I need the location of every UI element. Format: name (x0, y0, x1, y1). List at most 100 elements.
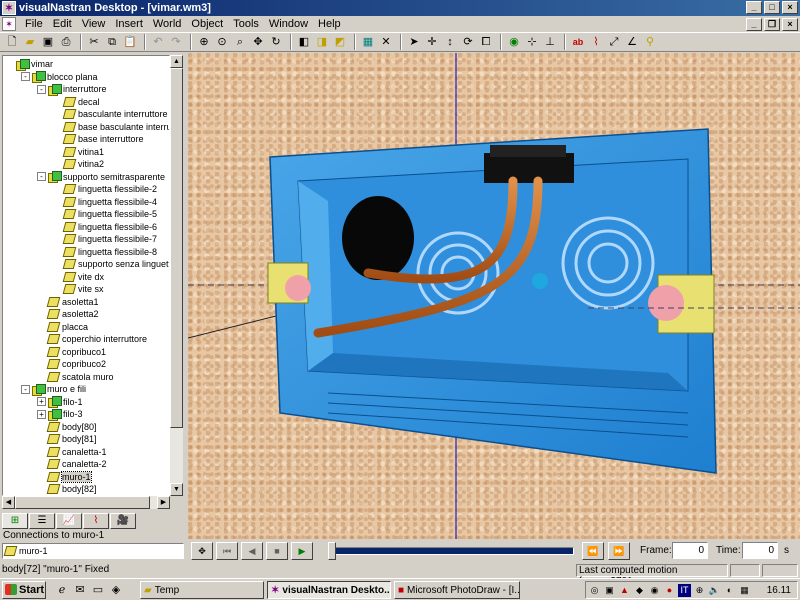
tree-item[interactable]: base basculante interruttore (53, 121, 169, 134)
tree-item[interactable]: - blocco plana (21, 71, 98, 84)
tree-vertical-scrollbar[interactable]: ▲ ▼ (170, 55, 183, 496)
zoom-icon[interactable]: ⊙ (214, 34, 230, 50)
tree-horizontal-scrollbar[interactable]: ◀ ▶ (2, 496, 170, 509)
tray-icon[interactable]: ◉ (648, 584, 661, 597)
scroll-down-arrow-icon[interactable]: ▼ (170, 483, 183, 496)
task-visualnastran[interactable]: ✶ visualNastran Deskto... (267, 581, 391, 599)
connections-list[interactable]: muro-1 (2, 543, 184, 559)
open-icon[interactable]: ▰ (22, 34, 38, 50)
menu-world[interactable]: World (148, 18, 187, 30)
pan-icon[interactable]: ✥ (250, 34, 266, 50)
label-icon[interactable]: ab (570, 34, 586, 50)
menu-file[interactable]: File (20, 18, 48, 30)
tree-item[interactable]: linguetta flessibile-5 (53, 208, 157, 221)
tree-item[interactable]: + filo-1 (37, 396, 83, 409)
scroll-up-arrow-icon[interactable]: ▲ (170, 55, 183, 68)
tree-item[interactable]: supporto senza linguette-1 (53, 258, 169, 271)
tree-item[interactable]: - supporto semitrasparente (37, 171, 165, 184)
tray-icon[interactable]: ● (663, 584, 676, 597)
tree-item[interactable]: vitina2 (53, 158, 104, 171)
tree-item[interactable]: canaletta-2 (37, 458, 107, 471)
tray-icon[interactable]: ◎ (588, 584, 601, 597)
tree-item[interactable]: coperchio interruttore (37, 333, 147, 346)
stop-icon[interactable]: ■ (266, 542, 288, 560)
view-front-icon[interactable]: ◧ (296, 34, 312, 50)
tree-item[interactable]: copribuco1 (37, 346, 106, 359)
tree-icon[interactable]: ⊞ (2, 513, 28, 529)
cut-icon[interactable]: ✂ (86, 34, 102, 50)
doc-close-button[interactable]: × (782, 18, 798, 31)
scroll-left-arrow-icon[interactable]: ◀ (2, 496, 15, 509)
move-icon[interactable]: ✛ (424, 34, 440, 50)
tree-item[interactable]: decal (53, 96, 100, 109)
channels-icon[interactable]: ◈ (108, 582, 124, 598)
collapse-icon[interactable]: - (21, 384, 30, 394)
expand-icon[interactable]: + (37, 397, 46, 407)
tree-item[interactable]: vimar (5, 58, 53, 71)
new-icon[interactable]: 🗋 (4, 34, 20, 50)
copy-icon[interactable]: ⧉ (104, 34, 120, 50)
paste-icon[interactable]: 📋 (122, 34, 138, 50)
tree-item[interactable]: base interruttore (53, 133, 144, 146)
tree-item[interactable]: linguetta flessibile-2 (53, 183, 157, 196)
tree-item[interactable]: scatola muro (37, 371, 114, 384)
tree-item[interactable]: asoletta1 (37, 296, 99, 309)
view-top-icon[interactable]: ◩ (332, 34, 348, 50)
menu-insert[interactable]: Insert (110, 18, 148, 30)
app-icon[interactable]: ✶ (2, 1, 16, 15)
collapse-icon[interactable]: - (21, 72, 30, 82)
tray-icon[interactable]: ▣ (603, 584, 616, 597)
tree-item[interactable]: body[81] (37, 433, 97, 446)
3d-viewport[interactable] (188, 53, 800, 539)
camera-icon[interactable]: 🎥 (110, 513, 136, 529)
tree-item[interactable]: linguetta flessibile-8 (53, 246, 157, 259)
joint-icon[interactable]: ⊥ (542, 34, 558, 50)
start-button[interactable]: Start (2, 580, 46, 599)
menu-tools[interactable]: Tools (228, 18, 264, 30)
menu-object[interactable]: Object (186, 18, 228, 30)
tree-item[interactable]: muro-1 (37, 470, 92, 484)
tree-item[interactable]: - muro e fili (21, 383, 86, 396)
tree-item[interactable]: canaletta-1 (37, 446, 107, 459)
scroll-thumb[interactable] (15, 496, 150, 509)
scroll-right-arrow-icon[interactable]: ▶ (157, 496, 170, 509)
point-icon[interactable]: ◉ (506, 34, 522, 50)
skip-forward-icon[interactable]: ⏩ (608, 542, 630, 560)
collapse-icon[interactable]: - (37, 84, 46, 94)
list-icon[interactable]: ☰ (29, 513, 55, 529)
step-back-icon[interactable]: ◀ (241, 542, 263, 560)
minimize-button[interactable]: _ (746, 1, 762, 14)
rotate-object-icon[interactable]: ⟳ (460, 34, 476, 50)
tree-item[interactable]: vite sx (53, 283, 104, 296)
tray-icon[interactable]: ▲ (618, 584, 631, 597)
tree-item[interactable]: linguetta flessibile-7 (53, 233, 157, 246)
tree-item[interactable]: linguetta flessibile-6 (53, 221, 157, 234)
menu-help[interactable]: Help (313, 18, 346, 30)
tree-item[interactable]: placca (37, 321, 88, 334)
coord-icon[interactable]: ⊹ (524, 34, 540, 50)
measure-icon[interactable]: ⤢ (606, 34, 622, 50)
move-vertical-icon[interactable]: ↕ (442, 34, 458, 50)
pointer-icon[interactable]: ➤ (406, 34, 422, 50)
tree-item[interactable]: basculante interruttore (53, 108, 168, 121)
print-icon[interactable]: ⎙ (58, 34, 74, 50)
snap-icon[interactable]: ✕ (378, 34, 394, 50)
doc-restore-button[interactable]: ❐ (764, 18, 780, 31)
redo-icon[interactable]: ↷ (168, 34, 184, 50)
rewind-icon[interactable]: ⏮ (216, 542, 238, 560)
grid-icon[interactable]: ▦ (360, 34, 376, 50)
tray-icon[interactable]: ⊕ (693, 584, 706, 597)
close-button[interactable]: × (782, 1, 798, 14)
menu-window[interactable]: Window (264, 18, 313, 30)
desktop-icon[interactable]: ▭ (90, 582, 106, 598)
tree-item[interactable]: body[80] (37, 421, 97, 434)
spring-tab-icon[interactable]: ⌇ (83, 513, 109, 529)
tray-icon[interactable]: ▦ (738, 584, 751, 597)
tray-icon[interactable]: IT (678, 583, 691, 597)
maximize-button[interactable]: □ (764, 1, 780, 14)
constraint-icon[interactable]: ⚲ (642, 34, 658, 50)
menu-view[interactable]: View (77, 18, 111, 30)
spring-icon[interactable]: ⌇ (588, 34, 604, 50)
time-input[interactable]: 0 (742, 542, 778, 559)
expand-icon[interactable]: + (37, 409, 46, 419)
